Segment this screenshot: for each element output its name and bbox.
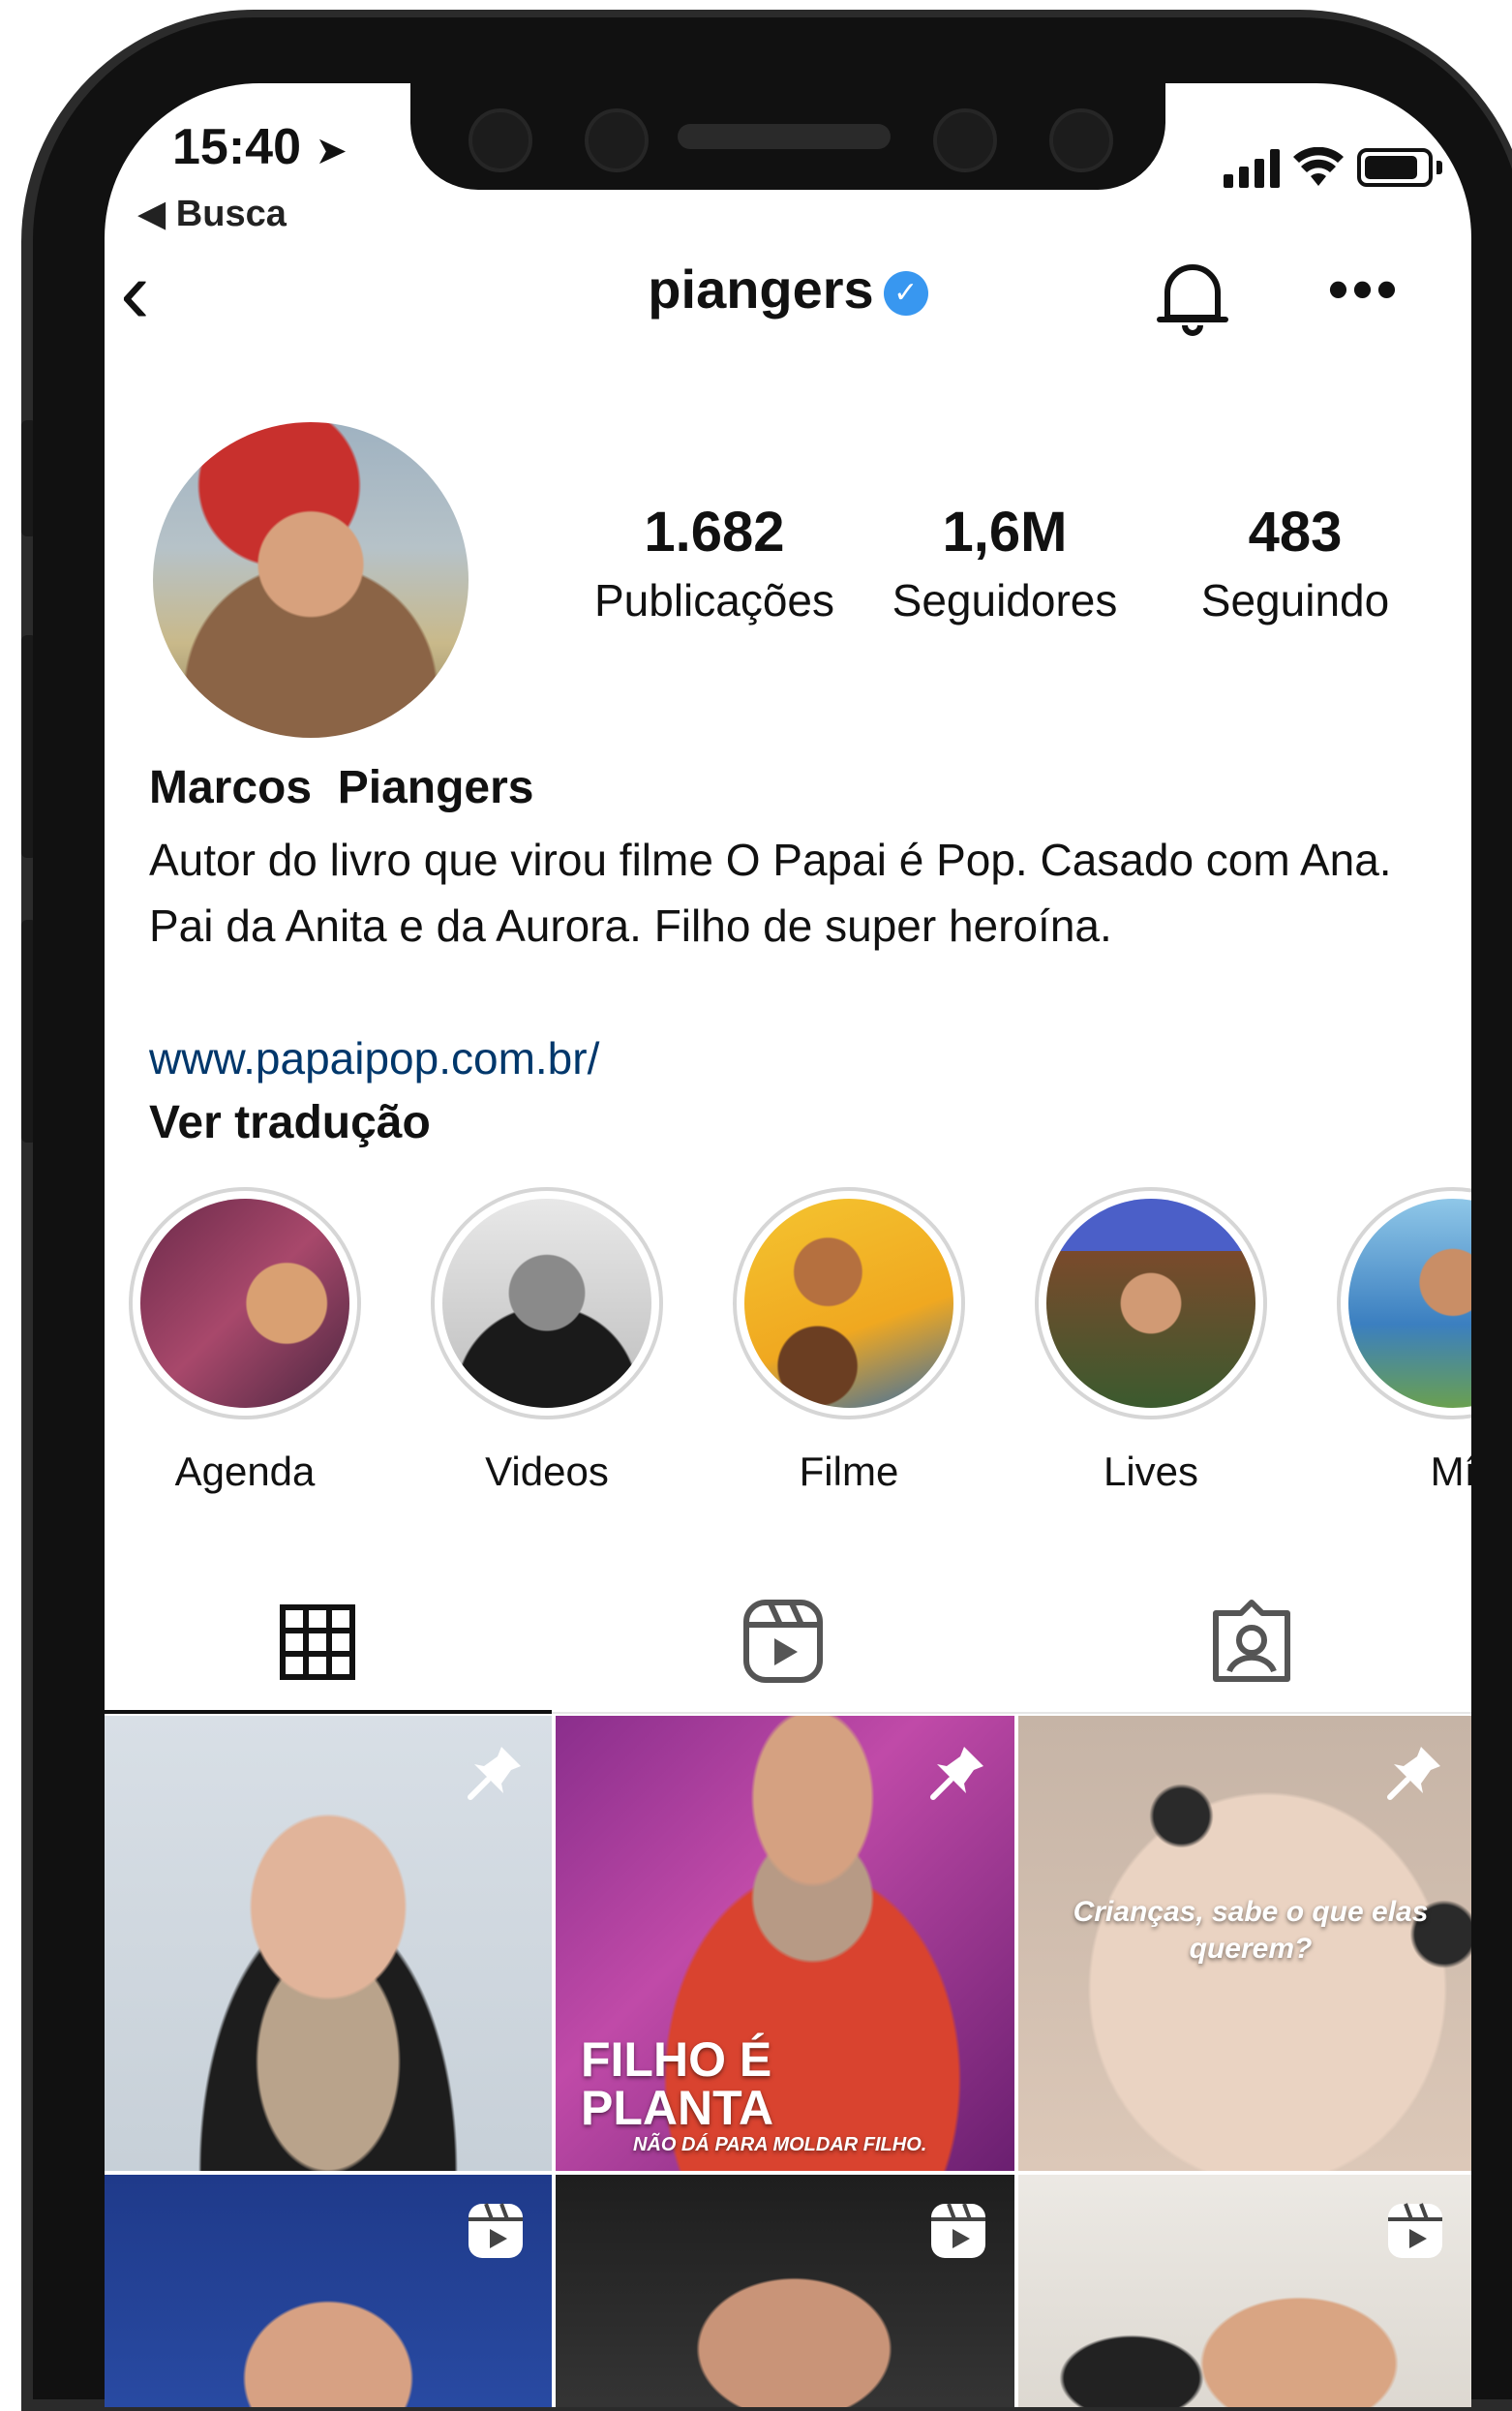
camera-dot <box>585 108 649 172</box>
highlight-label: Agenda <box>174 1449 316 1494</box>
highlight-filme[interactable]: Filme <box>728 1187 970 1495</box>
highlight-ring <box>1337 1187 1471 1419</box>
highlight-ring <box>129 1187 361 1419</box>
highlight-label: Lives <box>1103 1449 1199 1494</box>
active-tab-indicator <box>105 1710 552 1714</box>
highlight-cover <box>1348 1199 1471 1408</box>
verified-badge-icon: ✓ <box>883 271 928 317</box>
notch <box>410 83 1165 190</box>
post-thumbnail[interactable] <box>556 2175 1014 2407</box>
reel-icon <box>1388 2203 1442 2258</box>
highlight-ring <box>733 1187 965 1419</box>
pinned-icon <box>930 1747 983 1800</box>
highlight-label: Filme <box>799 1449 899 1494</box>
profile-stats: 1.682 Publicações 1,6M Seguidores 483 Se… <box>569 500 1460 626</box>
pinned-icon <box>1387 1747 1440 1800</box>
stat-posts-value: 1.682 <box>644 501 785 564</box>
stat-followers-label: Seguidores <box>892 575 1118 626</box>
sensor-dot-2 <box>933 108 997 172</box>
highlight-videos[interactable]: Videos <box>426 1187 668 1495</box>
highlight-cover <box>140 1199 349 1408</box>
stat-posts-label: Publicações <box>593 575 835 626</box>
highlight-ring <box>431 1187 663 1419</box>
highlight-ring <box>1035 1187 1267 1419</box>
highlight-cover <box>744 1199 953 1408</box>
screen: 15:40 ➤ ◀ Busca ‹ piangers ✓ ••• 1.682 Pu… <box>105 83 1471 2407</box>
tagged-tab-icon[interactable] <box>1208 1598 1295 1685</box>
back-triangle-icon: ◀ <box>137 194 166 234</box>
post-thumbnail[interactable] <box>105 1716 552 2171</box>
post-caption-text: Crianças, sabe o que elas querem? <box>1073 1896 1429 1965</box>
stat-following-value: 483 <box>1248 501 1343 564</box>
stat-following-label: Seguindo <box>1200 575 1390 626</box>
status-time: 15:40 ➤ <box>172 119 348 175</box>
highlight-lives[interactable]: Lives <box>1030 1187 1272 1495</box>
profile-username: piangers ✓ <box>105 258 1471 320</box>
reel-icon <box>469 2203 523 2258</box>
back-app-label: Busca <box>175 194 287 234</box>
profile-full-name: Marcos Piangers <box>149 762 534 813</box>
stat-followers[interactable]: 1,6M Seguidores <box>860 500 1150 626</box>
cellular-signal-icon <box>1224 147 1280 188</box>
speaker-grille <box>678 124 891 149</box>
battery-tip <box>1436 161 1442 174</box>
more-options-icon[interactable]: ••• <box>1328 256 1401 322</box>
pinned-icon <box>468 1747 521 1800</box>
highlight-label: Mí <box>1430 1449 1471 1494</box>
battery-icon <box>1357 148 1433 187</box>
stat-following[interactable]: 483 Seguindo <box>1150 500 1440 626</box>
highlight-midia[interactable]: Mí <box>1332 1187 1471 1495</box>
highlight-label: Videos <box>485 1449 609 1494</box>
highlight-cover <box>1046 1199 1255 1408</box>
reel-icon <box>931 2203 985 2258</box>
highlight-agenda[interactable]: Agenda <box>124 1187 366 1495</box>
reels-tab-icon[interactable] <box>741 1598 825 1685</box>
location-arrow-icon: ➤ <box>315 130 348 172</box>
profile-bio: Autor do livro que virou filme O Papai é… <box>149 835 1392 951</box>
face-id-dot <box>1049 108 1113 172</box>
back-to-app-link[interactable]: ◀ Busca <box>137 192 287 235</box>
stat-posts[interactable]: 1.682 Publicações <box>569 500 860 626</box>
wifi-icon <box>1293 147 1344 186</box>
profile-website-link[interactable]: www.papaipop.com.br/ <box>149 1032 599 1084</box>
notification-bell-icon[interactable] <box>1154 254 1231 341</box>
sensor-dot <box>469 108 532 172</box>
grid-tab-icon[interactable] <box>279 1603 356 1681</box>
profile-avatar[interactable] <box>153 422 469 738</box>
post-thumbnail[interactable]: Crianças, sabe o que elas querem? <box>1018 1716 1471 2171</box>
post-thumbnail[interactable] <box>1018 2175 1471 2407</box>
post-thumbnail[interactable]: FILHO É PLANTA NÃO DÁ PARA MOLDAR FILHO. <box>556 1716 1014 2171</box>
post-subtitle-text: NÃO DÁ PARA MOLDAR FILHO. <box>633 2134 927 2155</box>
status-icons <box>1224 147 1442 188</box>
stat-followers-value: 1,6M <box>942 501 1068 564</box>
see-translation-button[interactable]: Ver tradução <box>149 1096 431 1149</box>
highlight-cover <box>442 1199 651 1408</box>
post-title-text: FILHO É PLANTA <box>581 2032 774 2135</box>
post-thumbnail[interactable] <box>105 2175 552 2407</box>
